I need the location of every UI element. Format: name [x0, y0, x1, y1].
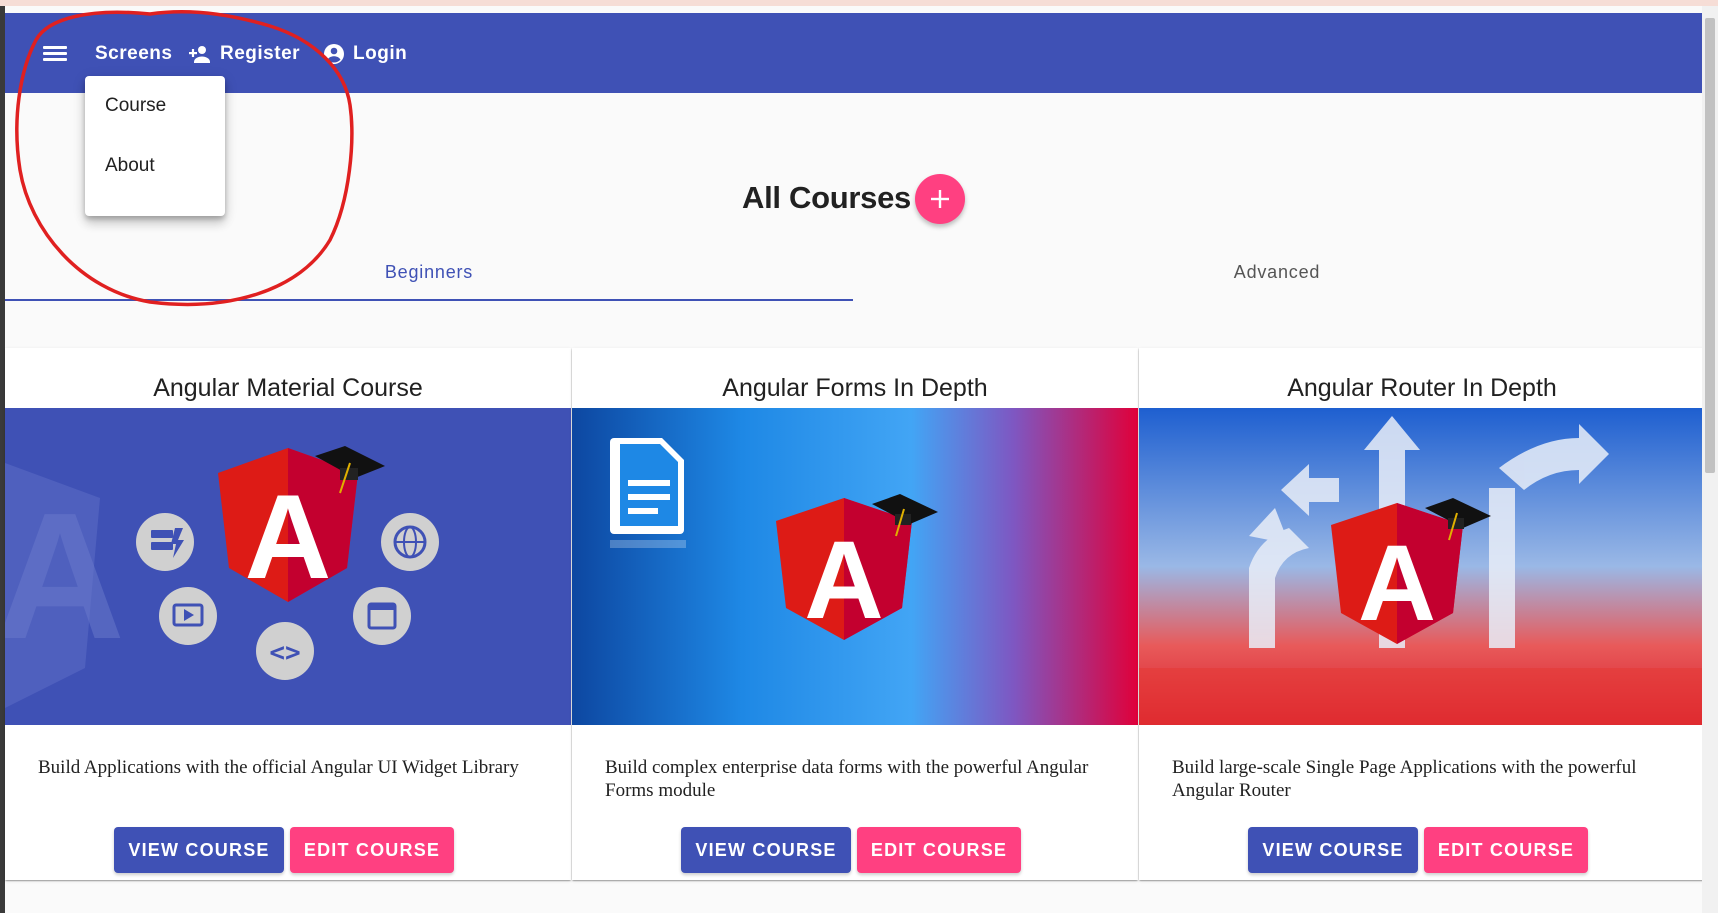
- screens-menu-button[interactable]: Screens: [95, 41, 172, 67]
- course-image-angular-material: A A <>: [5, 408, 571, 725]
- course-title: Angular Forms In Depth: [722, 374, 988, 402]
- active-tab-indicator: [5, 299, 853, 301]
- plus-icon: [931, 190, 949, 208]
- course-title: Angular Material Course: [153, 374, 423, 402]
- course-description: Build large-scale Single Page Applicatio…: [1172, 757, 1637, 801]
- course-tabs: Beginners Advanced: [5, 250, 1702, 302]
- course-image-angular-router: A: [1139, 408, 1705, 725]
- menu-item-about[interactable]: About: [85, 136, 225, 196]
- browser-top-strip: [0, 0, 1718, 6]
- card-actions: VIEW COURSE EDIT COURSE: [572, 827, 1138, 873]
- course-image-angular-forms: A: [572, 408, 1138, 725]
- menu-item-course[interactable]: Course: [85, 76, 225, 136]
- course-card: Angular Material Course A A <> Build App…: [5, 348, 571, 880]
- course-title: Angular Router In Depth: [1287, 374, 1557, 402]
- view-course-button[interactable]: VIEW COURSE: [1248, 827, 1418, 873]
- course-description: Build Applications with the official Ang…: [38, 757, 519, 778]
- card-actions: VIEW COURSE EDIT COURSE: [1139, 827, 1705, 873]
- svg-text:A: A: [5, 476, 125, 677]
- top-toolbar: Screens Register Login: [5, 13, 1702, 93]
- svg-text:<>: <>: [269, 638, 300, 668]
- page-scrollbar[interactable]: [1702, 6, 1718, 913]
- view-course-button[interactable]: VIEW COURSE: [681, 827, 851, 873]
- tab-beginners[interactable]: Beginners: [5, 250, 853, 302]
- page-title: All Courses: [742, 180, 911, 215]
- course-card: Angular Forms In Depth A Build complex e…: [572, 348, 1138, 880]
- course-description: Build complex enterprise data forms with…: [605, 757, 1089, 801]
- tab-advanced[interactable]: Advanced: [853, 250, 1701, 302]
- edit-course-button[interactable]: EDIT COURSE: [290, 827, 454, 873]
- login-label: Login: [353, 43, 408, 64]
- screens-label: Screens: [95, 43, 173, 64]
- add-course-button[interactable]: [915, 174, 965, 224]
- view-course-button[interactable]: VIEW COURSE: [114, 827, 284, 873]
- edit-course-button[interactable]: EDIT COURSE: [1424, 827, 1588, 873]
- course-card: Angular Router In Depth A Build large-sc…: [1139, 348, 1705, 880]
- register-label: Register: [220, 43, 301, 64]
- svg-text:A: A: [804, 519, 883, 642]
- menu-icon[interactable]: [43, 43, 71, 65]
- edit-course-button[interactable]: EDIT COURSE: [857, 827, 1021, 873]
- person-add-icon: [189, 46, 210, 63]
- screens-dropdown-menu: Course About: [85, 76, 225, 216]
- card-actions: VIEW COURSE EDIT COURSE: [5, 827, 571, 873]
- account-circle-icon: [324, 44, 344, 64]
- svg-text:A: A: [1358, 522, 1436, 643]
- scrollbar-thumb[interactable]: [1705, 18, 1715, 473]
- register-button[interactable]: Register: [188, 41, 300, 67]
- svg-text:A: A: [245, 470, 332, 604]
- login-button[interactable]: Login: [323, 41, 407, 67]
